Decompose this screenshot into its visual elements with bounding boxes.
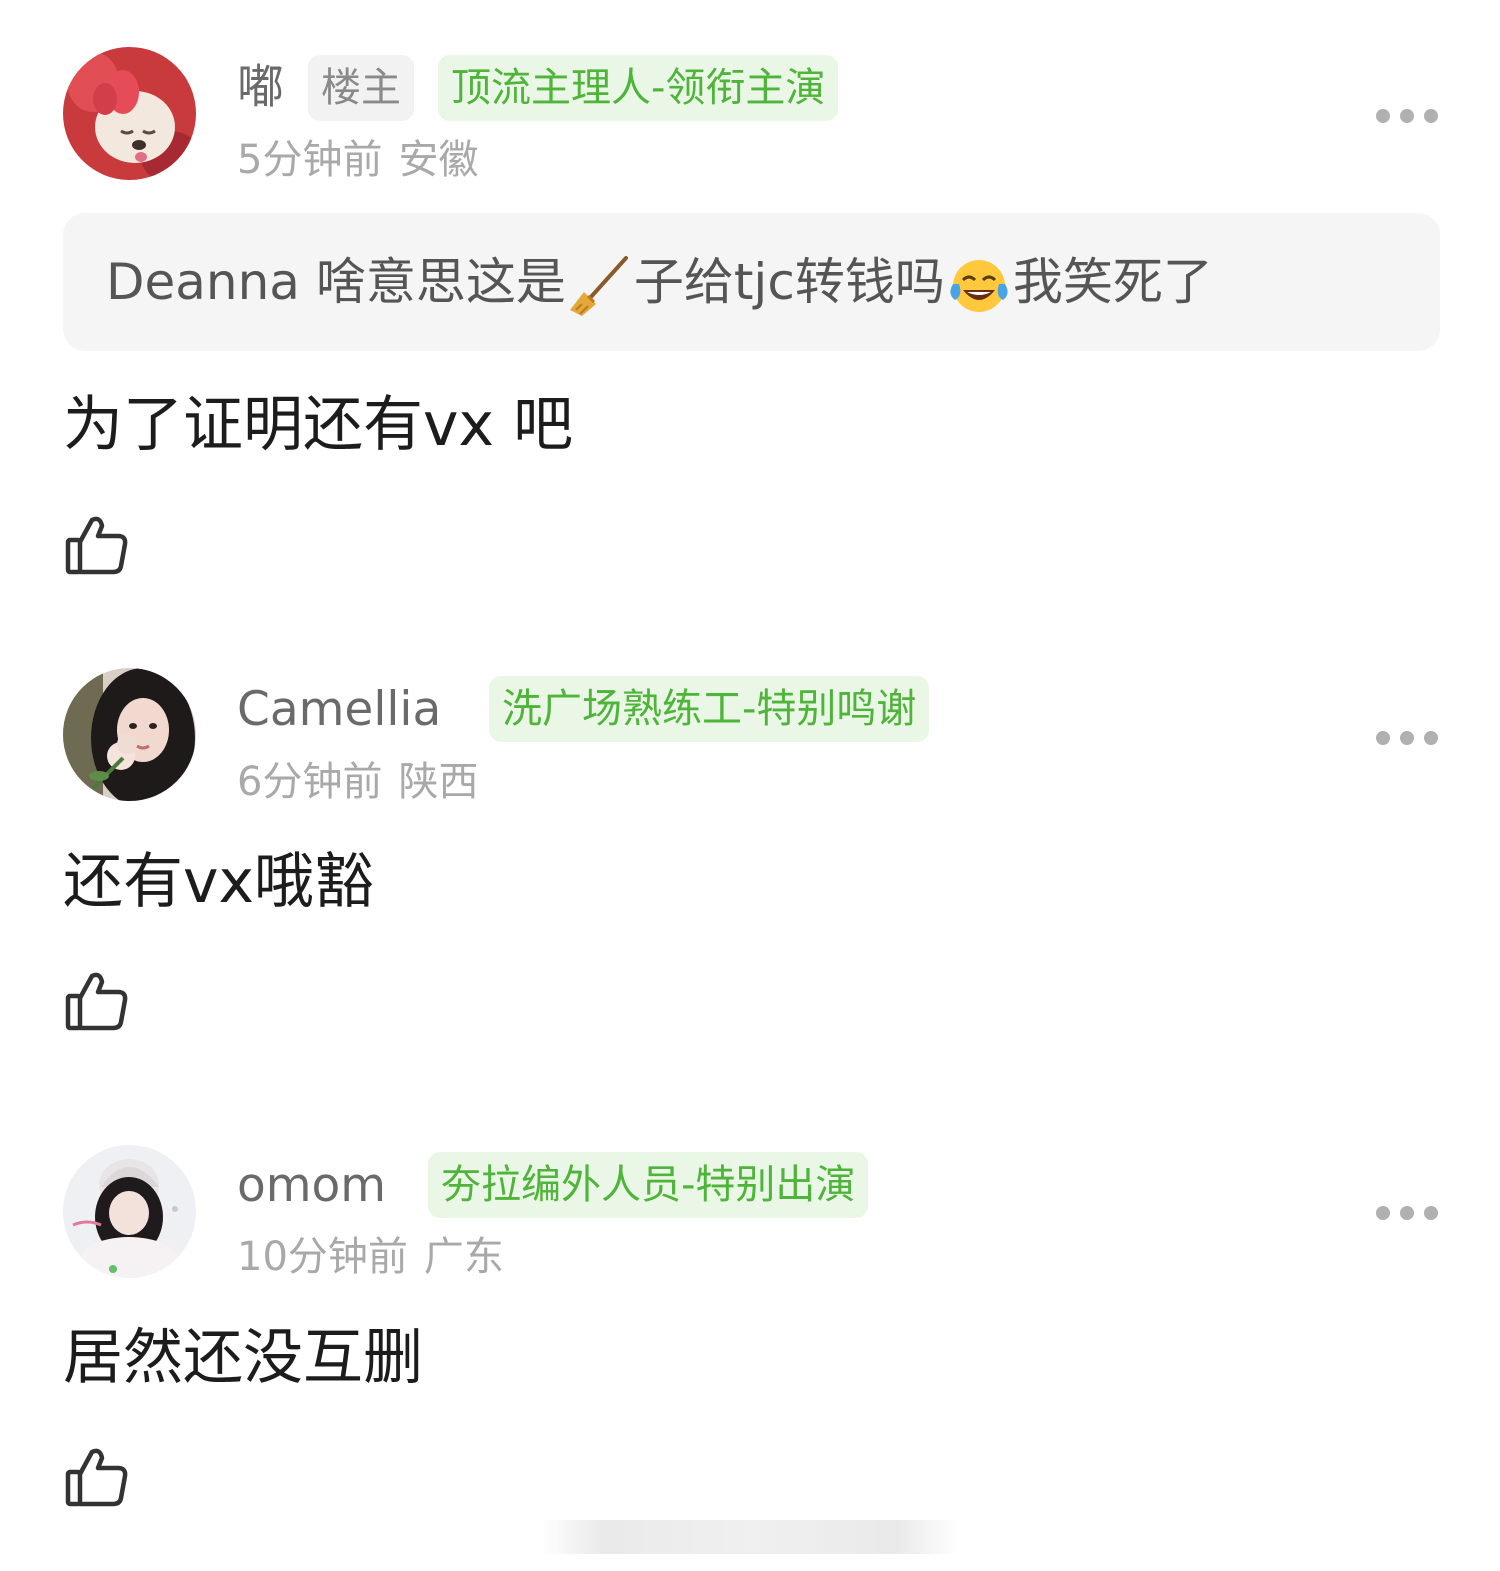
quote-text-after: 我笑死了 (1012, 253, 1213, 311)
broom-icon (568, 254, 632, 318)
avatar-image (63, 47, 196, 180)
username[interactable]: 嘟 (237, 64, 284, 111)
comment-time: 6分钟前 (237, 759, 383, 805)
comment-meta: 10分钟前 广东 (237, 1237, 504, 1277)
comment-meta: 5分钟前 安徽 (237, 140, 478, 180)
more-dots-icon[interactable] (1376, 730, 1438, 746)
more-dots-icon[interactable] (1376, 1205, 1438, 1221)
quote-text-middle: 子给tjc转钱吗 (633, 253, 945, 311)
username[interactable]: omom (237, 1162, 386, 1209)
avatar[interactable] (63, 668, 196, 801)
tears-of-joy-icon (947, 254, 1011, 318)
thumbs-up-icon[interactable] (64, 512, 130, 578)
thumbs-up-icon[interactable] (64, 968, 130, 1034)
op-badge: 楼主 (308, 55, 414, 121)
username[interactable]: Camellia (237, 686, 441, 733)
thumbs-up-icon[interactable] (64, 1444, 130, 1510)
comment-text[interactable]: 为了证明还有vx 吧 (63, 395, 573, 455)
comment-time: 5分钟前 (237, 137, 383, 183)
avatar[interactable] (63, 47, 196, 180)
comment-location: 陕西 (398, 759, 479, 805)
avatar-image (63, 1145, 196, 1278)
comment-text[interactable]: 居然还没互删 (63, 1328, 423, 1388)
comment-time: 10分钟前 (237, 1234, 408, 1280)
fan-title-badge[interactable]: 洗广场熟练工-特别鸣谢 (489, 676, 930, 742)
fan-title-badge[interactable]: 顶流主理人-领衔主演 (438, 55, 839, 121)
quote-text-before: 啥意思这是 (315, 253, 566, 311)
scroll-indicator (540, 1520, 960, 1554)
comment-location: 广东 (423, 1234, 504, 1280)
comment-text[interactable]: 还有vx哦豁 (63, 852, 374, 912)
quote-author[interactable]: Deanna (106, 253, 300, 311)
avatar[interactable] (63, 1145, 196, 1278)
comment-location: 安徽 (398, 137, 479, 183)
more-dots-icon[interactable] (1376, 108, 1438, 124)
quoted-reply[interactable]: Deanna 啥意思这是 子给tjc转钱吗 我笑死了 (63, 213, 1440, 351)
avatar-image (63, 668, 196, 801)
comment-meta: 6分钟前 陕西 (237, 762, 478, 802)
fan-title-badge[interactable]: 夯拉编外人员-特别出演 (428, 1152, 869, 1218)
